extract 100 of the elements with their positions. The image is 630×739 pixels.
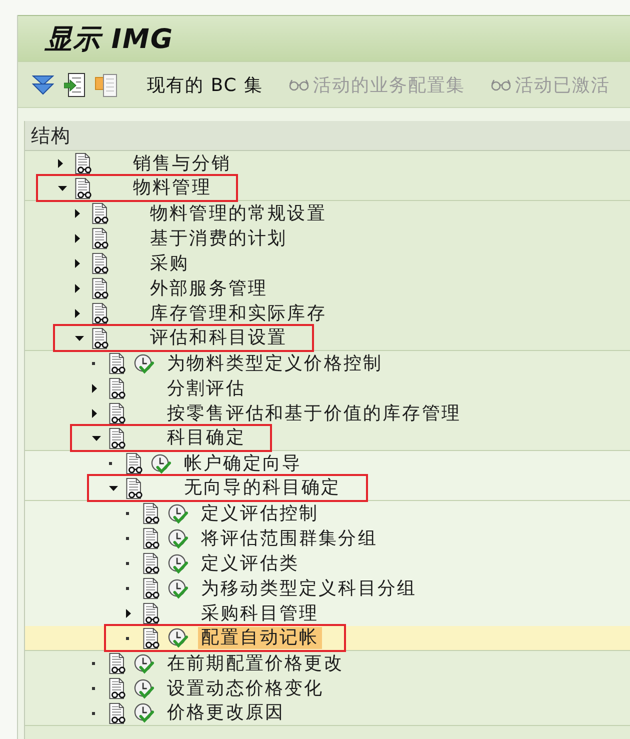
tree-row[interactable]: 配置自动记帐 xyxy=(25,626,630,651)
clock-check-icon[interactable] xyxy=(168,578,188,598)
caret-down-icon[interactable] xyxy=(92,436,101,440)
document-glasses-icon xyxy=(125,478,144,498)
tree-item-label[interactable]: 分割评估 xyxy=(164,378,248,400)
tree-item-label[interactable]: 物料管理的常规设置 xyxy=(147,202,330,224)
tree-row[interactable]: 采购科目管理 xyxy=(25,601,630,626)
tree-item-label[interactable]: 无向导的科目确定 xyxy=(181,477,344,499)
document-glasses-icon xyxy=(108,653,127,674)
tree-item-label[interactable]: 为移动类型定义科目分组 xyxy=(198,578,420,600)
document-glasses-icon xyxy=(142,528,161,549)
caret-down-icon[interactable] xyxy=(75,336,84,340)
tree-item-label[interactable]: 采购科目管理 xyxy=(198,602,322,624)
clock-check-icon[interactable] xyxy=(134,354,154,374)
tree-row[interactable]: 按零售评估和基于价值的库存管理 xyxy=(25,401,630,426)
tree-row[interactable]: 为物料类型定义价格控制 xyxy=(25,351,630,376)
tree-row[interactable]: 价格更改原因 xyxy=(25,701,630,726)
tree-item-label[interactable]: 价格更改原因 xyxy=(164,702,288,724)
bullet-icon xyxy=(92,712,95,714)
document-glasses-icon xyxy=(142,603,161,624)
document-glasses-icon xyxy=(91,278,110,299)
document-glasses-icon xyxy=(91,328,110,348)
tree-item-label[interactable]: 库存管理和实际库存 xyxy=(147,302,330,324)
bullet-icon xyxy=(92,362,95,365)
tree-row[interactable]: 定义评估类 xyxy=(25,551,630,576)
clock-check-icon[interactable] xyxy=(168,554,188,574)
tree-item-label[interactable]: 外部服务管理 xyxy=(147,278,271,300)
tree-item-label[interactable]: 定义评估类 xyxy=(198,552,302,574)
clock-check-icon[interactable] xyxy=(168,628,188,648)
window-title: 显示 IMG xyxy=(45,22,174,56)
clock-check-icon[interactable] xyxy=(134,703,154,723)
document-glasses-icon xyxy=(108,678,127,699)
tree-item-label[interactable]: 定义评估控制 xyxy=(198,502,322,524)
tree-item-label[interactable]: 销售与分销 xyxy=(130,152,234,174)
caret-right-icon[interactable] xyxy=(75,209,80,218)
double-chevron-down-icon[interactable] xyxy=(32,74,54,94)
clock-check-icon[interactable] xyxy=(134,678,154,698)
tree-row[interactable]: 设置动态价格变化 xyxy=(25,676,630,701)
tree-item-label[interactable]: 在前期配置价格更改 xyxy=(164,652,346,674)
tree-row[interactable]: 在前期配置价格更改 xyxy=(25,651,630,676)
tree-item-label[interactable]: 帐户确定向导 xyxy=(181,452,305,474)
caret-down-icon[interactable] xyxy=(109,486,118,490)
tree-row[interactable]: 定义评估控制 xyxy=(25,501,630,526)
document-glasses-icon xyxy=(142,628,161,648)
document-glasses-icon xyxy=(108,378,127,399)
document-glasses-icon xyxy=(74,153,93,174)
bullet-icon xyxy=(92,662,95,665)
tree-item-label[interactable]: 为物料类型定义价格控制 xyxy=(164,352,386,374)
glasses-icon xyxy=(289,78,310,90)
tree-item-label[interactable]: 基于消费的计划 xyxy=(147,228,290,250)
document-glasses-icon xyxy=(108,702,127,724)
document-glasses-icon xyxy=(108,428,127,448)
tree-item-label[interactable]: 按零售评估和基于价值的库存管理 xyxy=(164,402,464,424)
bullet-icon xyxy=(126,537,129,540)
document-glasses-icon xyxy=(125,453,144,474)
clock-check-icon[interactable] xyxy=(151,454,171,474)
document-glasses-icon xyxy=(142,553,161,574)
glasses-icon xyxy=(491,78,512,90)
caret-right-icon[interactable] xyxy=(75,284,80,293)
folder-document-icon[interactable] xyxy=(95,72,117,96)
tree-row[interactable]: 将评估范围群集分组 xyxy=(25,526,630,551)
tree-item-label[interactable]: 配置自动记帐 xyxy=(198,627,322,649)
toolbar-button[interactable]: 现有的 BC 集 xyxy=(147,72,264,96)
tree-row[interactable]: 无向导的科目确定 xyxy=(25,476,630,501)
clock-check-icon[interactable] xyxy=(168,504,188,524)
bullet-icon xyxy=(126,587,129,590)
bullet-icon xyxy=(92,687,95,690)
tree-item-label[interactable]: 采购 xyxy=(147,252,192,274)
tree-item-label[interactable]: 科目确定 xyxy=(164,427,248,449)
document-glasses-icon xyxy=(91,303,110,324)
tree-item-label[interactable]: 将评估范围群集分组 xyxy=(198,528,380,550)
caret-right-icon[interactable] xyxy=(126,609,131,618)
caret-right-icon[interactable] xyxy=(75,234,80,243)
header-label: 结构 xyxy=(31,124,71,148)
document-arrow-icon[interactable] xyxy=(64,72,85,96)
bullet-icon xyxy=(126,562,129,565)
clock-check-icon[interactable] xyxy=(134,654,154,674)
caret-right-icon[interactable] xyxy=(58,159,63,168)
tree-row[interactable]: 物料管理 xyxy=(25,176,630,201)
document-glasses-icon xyxy=(74,178,93,198)
tree-row[interactable]: 分割评估 xyxy=(25,376,630,401)
button-label: 活动已激活 xyxy=(515,74,610,96)
document-glasses-icon xyxy=(108,353,127,374)
bullet-icon xyxy=(126,512,129,515)
bullet-icon xyxy=(126,636,129,640)
caret-right-icon[interactable] xyxy=(75,259,80,268)
tree-row[interactable]: 评估和科目设置 xyxy=(25,326,630,351)
tree-row[interactable]: 为移动类型定义科目分组 xyxy=(25,576,630,601)
document-glasses-icon xyxy=(91,203,110,224)
tree-item-label[interactable]: 评估和科目设置 xyxy=(147,327,290,349)
tree-item-label[interactable]: 设置动态价格变化 xyxy=(164,678,327,700)
clock-check-icon[interactable] xyxy=(168,528,188,548)
tree-item-label[interactable]: 物料管理 xyxy=(130,177,214,199)
caret-right-icon[interactable] xyxy=(92,409,97,418)
caret-right-icon[interactable] xyxy=(75,309,80,318)
tree-row[interactable]: 帐户确定向导 xyxy=(25,451,630,476)
caret-right-icon[interactable] xyxy=(92,384,97,393)
document-glasses-icon xyxy=(108,403,127,424)
caret-down-icon[interactable] xyxy=(58,186,67,190)
tree-row[interactable]: 科目确定 xyxy=(25,426,630,451)
